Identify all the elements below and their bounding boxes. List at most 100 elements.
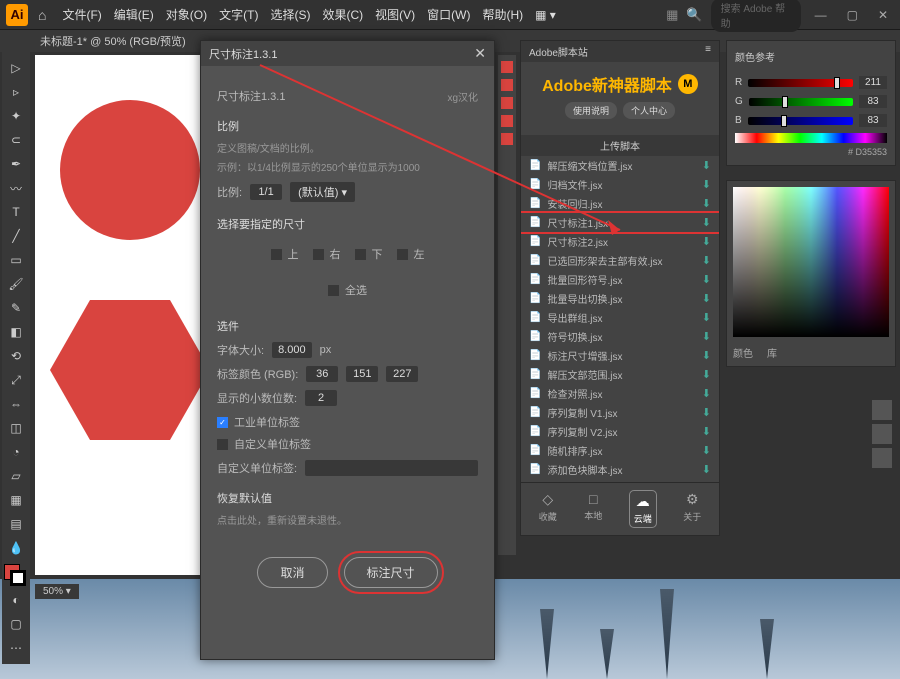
color-r-field[interactable]: 36 (306, 366, 338, 382)
script-row[interactable]: 📄尺寸标注1.jsx⬇ (521, 213, 719, 232)
custom-units-checkbox[interactable]: 自定义单位标签 (217, 436, 478, 452)
dock-icon[interactable] (872, 448, 892, 468)
script-row[interactable]: 📄已选回形架去主部有效.jsx⬇ (521, 251, 719, 270)
color-mode-icon[interactable]: ◐ (5, 589, 27, 611)
hex-value[interactable]: # D35353 (735, 147, 887, 157)
color-picker-field[interactable] (733, 187, 889, 337)
download-icon[interactable]: ⬇ (702, 235, 711, 248)
menu-help[interactable]: 帮助(H) (482, 6, 523, 23)
close-icon[interactable]: ✕ (474, 45, 486, 62)
menu-object[interactable]: 对象(O) (166, 6, 207, 23)
decimals-field[interactable]: 2 (305, 390, 337, 406)
dock-item[interactable] (501, 115, 513, 127)
r-slider[interactable] (748, 79, 853, 87)
dock-icon[interactable] (872, 400, 892, 420)
download-icon[interactable]: ⬇ (702, 254, 711, 267)
script-row[interactable]: 📄解压缩文档位置.jsx⬇ (521, 156, 719, 175)
dir-up[interactable]: 上 (271, 246, 299, 262)
mesh-tool[interactable]: ▦ (5, 489, 27, 511)
brush-tool[interactable]: 🖌 (5, 273, 27, 295)
window-close[interactable]: ✕ (878, 8, 888, 22)
script-row[interactable]: 📄符号切换.jsx⬇ (521, 327, 719, 346)
custom-units-input[interactable] (305, 460, 478, 476)
ratio-default-dropdown[interactable]: (默认值) ▾ (290, 182, 355, 202)
arrange-docs-icon[interactable]: ▦ (666, 7, 678, 23)
download-icon[interactable]: ⬇ (702, 444, 711, 457)
tab-library[interactable]: 库 (767, 345, 777, 360)
download-icon[interactable]: ⬇ (702, 349, 711, 362)
window-minimize[interactable]: — (815, 8, 827, 22)
fill-stroke-swatch[interactable] (4, 564, 28, 588)
dock-icon[interactable] (872, 424, 892, 444)
download-icon[interactable]: ⬇ (702, 368, 711, 381)
select-all[interactable]: 全选 (328, 282, 367, 298)
footer-local[interactable]: □本地 (584, 491, 602, 527)
download-icon[interactable]: ⬇ (702, 330, 711, 343)
eng-units-checkbox[interactable]: ✓工业单位标签 (217, 414, 478, 430)
rectangle-tool[interactable]: ▭ (5, 249, 27, 271)
b-value[interactable]: 83 (859, 114, 887, 127)
dock-item[interactable] (501, 133, 513, 145)
eyedropper-tool[interactable]: 💧 (5, 537, 27, 559)
script-row[interactable]: 📄标注尺寸增强.jsx⬇ (521, 346, 719, 365)
scale-tool[interactable]: ⤢ (5, 369, 27, 391)
shape-builder-tool[interactable]: ◔ (5, 441, 27, 463)
home-icon[interactable]: ⌂ (38, 7, 46, 23)
script-row[interactable]: 📄随机排序.jsx⬇ (521, 441, 719, 460)
script-row[interactable]: 📄尺寸标注2.jsx⬇ (521, 232, 719, 251)
download-icon[interactable]: ⬇ (702, 159, 711, 172)
download-icon[interactable]: ⬇ (702, 197, 711, 210)
panel-menu-icon[interactable]: ≡ (705, 44, 711, 59)
color-b-field[interactable]: 227 (386, 366, 418, 382)
menu-file[interactable]: 文件(F) (62, 6, 101, 23)
download-icon[interactable]: ⬇ (702, 425, 711, 438)
direct-select-tool[interactable]: ▹ (5, 81, 27, 103)
ratio-value[interactable]: 1/1 (250, 184, 282, 200)
line-tool[interactable]: ╱ (5, 225, 27, 247)
dock-item[interactable] (501, 97, 513, 109)
profile-button[interactable]: 个人中心 (623, 102, 675, 119)
dock-item[interactable] (501, 79, 513, 91)
dock-item[interactable] (501, 61, 513, 73)
tab-color[interactable]: 颜色 (733, 345, 753, 360)
script-row[interactable]: 📄归档文件.jsx⬇ (521, 175, 719, 194)
menu-select[interactable]: 选择(S) (270, 6, 310, 23)
shaper-tool[interactable]: ✎ (5, 297, 27, 319)
zoom-dropdown[interactable]: 50% ▾ (35, 584, 79, 599)
script-row[interactable]: 📄批量回形符号.jsx⬇ (521, 270, 719, 289)
reset-hint[interactable]: 点击此处，重新设置未退性。 (217, 512, 478, 527)
screen-mode-icon[interactable]: ▢ (5, 613, 27, 635)
curvature-tool[interactable]: 〰 (5, 177, 27, 199)
download-icon[interactable]: ⬇ (702, 387, 711, 400)
footer-cloud[interactable]: ☁云端 (630, 491, 656, 527)
cancel-button[interactable]: 取消 (257, 557, 327, 588)
perspective-tool[interactable]: ▱ (5, 465, 27, 487)
script-row[interactable]: 📄解压文部范围.jsx⬇ (521, 365, 719, 384)
menu-type[interactable]: 文字(T) (219, 6, 258, 23)
download-icon[interactable]: ⬇ (702, 463, 711, 476)
menu-window[interactable]: 窗口(W) (427, 6, 470, 23)
footer-about[interactable]: ⚙关于 (683, 491, 701, 527)
g-value[interactable]: 83 (859, 95, 887, 108)
spectrum-bar[interactable] (735, 133, 887, 143)
lasso-tool[interactable]: ⊂ (5, 129, 27, 151)
download-icon[interactable]: ⬇ (702, 178, 711, 191)
rotate-tool[interactable]: ⟲ (5, 345, 27, 367)
dir-left[interactable]: 左 (397, 246, 425, 262)
red-circle-shape[interactable] (60, 100, 200, 240)
ok-button[interactable]: 标注尺寸 (344, 557, 438, 588)
download-icon[interactable]: ⬇ (702, 216, 711, 229)
dir-down[interactable]: 下 (355, 246, 383, 262)
search-input[interactable]: 搜索 Adobe 帮助 (711, 0, 801, 32)
pen-tool[interactable]: ✒ (5, 153, 27, 175)
free-transform-tool[interactable]: ◫ (5, 417, 27, 439)
usage-button[interactable]: 使用说明 (565, 102, 617, 119)
type-tool[interactable]: T (5, 201, 27, 223)
magic-wand-tool[interactable]: ✦ (5, 105, 27, 127)
script-row[interactable]: 📄批量导出切换.jsx⬇ (521, 289, 719, 308)
width-tool[interactable]: ⇔ (5, 393, 27, 415)
stroke-swatch[interactable] (10, 570, 26, 586)
script-row[interactable]: 📄序列复制 V2.jsx⬇ (521, 422, 719, 441)
script-row[interactable]: 📄安装回归.jsx⬇ (521, 194, 719, 213)
b-slider[interactable] (748, 117, 853, 125)
